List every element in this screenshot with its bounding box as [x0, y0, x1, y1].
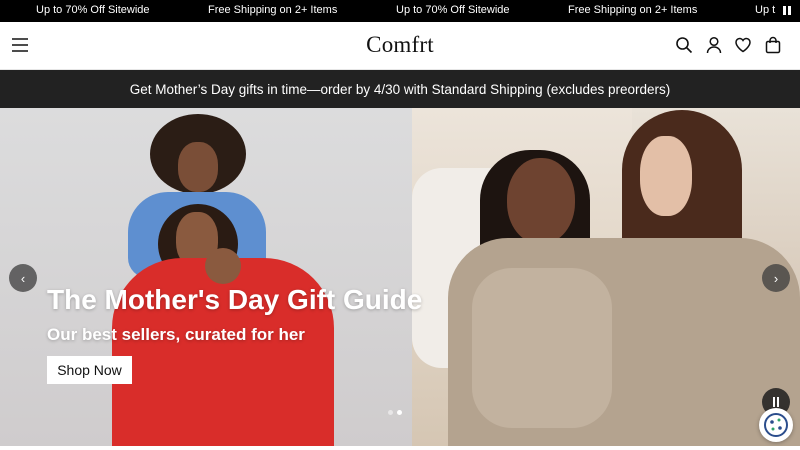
wishlist-heart-icon[interactable]	[734, 36, 754, 56]
announcement-text: Get Mother’s Day gifts in time—order by …	[129, 81, 671, 97]
hero-subtitle: Our best sellers, curated for her	[47, 325, 305, 344]
search-icon[interactable]	[675, 36, 695, 56]
carousel-prev-icon[interactable]: ‹	[9, 264, 37, 292]
site-header: Comfrt	[0, 22, 800, 70]
cookie-settings-icon[interactable]	[759, 408, 793, 442]
ticker-message: Free Shipping on 2+ Items	[568, 4, 698, 16]
account-icon[interactable]	[705, 36, 725, 56]
carousel-dot[interactable]	[388, 410, 393, 415]
carousel-next-icon[interactable]: ›	[762, 264, 790, 292]
hero-image-left	[0, 108, 412, 446]
shop-now-button[interactable]: Shop Now	[47, 356, 132, 384]
ticker-message: Up t	[755, 4, 776, 16]
ticker-message: Free Shipping on 2+ Items	[208, 4, 338, 16]
hero-image-right	[412, 108, 800, 446]
shopping-bag-icon[interactable]	[764, 36, 784, 56]
carousel-dots	[388, 410, 402, 415]
ticker-message: Up to 70% Off Sitewide	[396, 4, 510, 16]
ticker-bar: Up to 70% Off Sitewide Free Shipping on …	[0, 0, 800, 22]
ticker-message: Up to 70% Off Sitewide	[36, 4, 150, 16]
ticker-pause-icon[interactable]	[782, 6, 792, 16]
hero-title: The Mother's Day Gift Guide	[47, 284, 423, 315]
announcement-bar[interactable]: Get Mother’s Day gifts in time—order by …	[0, 70, 800, 108]
hero-carousel: The Mother's Day Gift Guide Our best sel…	[0, 108, 800, 446]
carousel-dot-active[interactable]	[397, 410, 402, 415]
